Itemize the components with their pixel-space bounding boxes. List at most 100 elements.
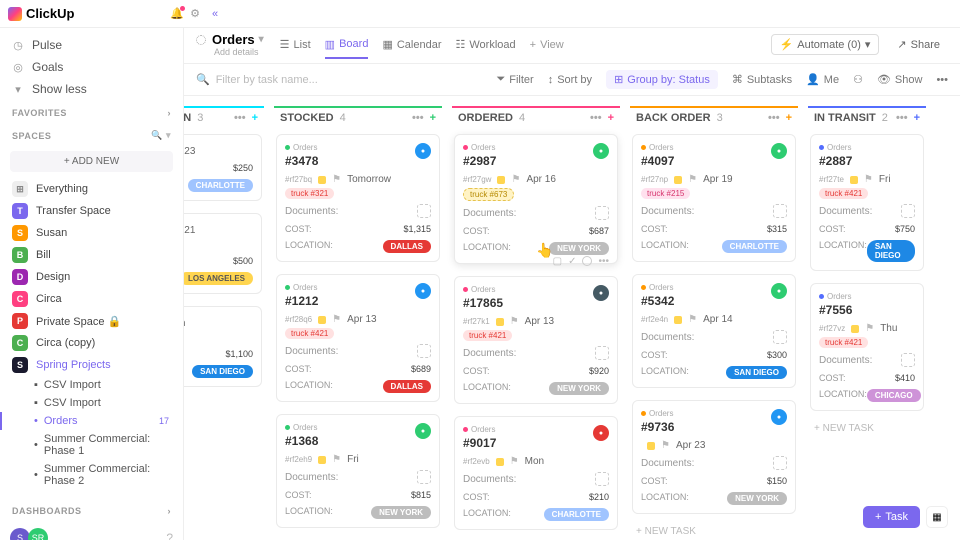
column-add-icon[interactable]: + xyxy=(430,112,436,124)
task-title[interactable]: #5342 xyxy=(641,294,787,308)
nav-showless[interactable]: ▾Show less xyxy=(10,78,173,100)
flag-icon[interactable]: ⚑ xyxy=(332,174,341,185)
task-title[interactable]: #1368 xyxy=(285,434,431,448)
task-card[interactable]: ● Orders #2987 #rf27gw ⚑Apr 16 truck #67… xyxy=(454,134,618,264)
task-title[interactable]: #17865 xyxy=(463,296,609,310)
notifications-icon[interactable]: 🔔 xyxy=(170,7,184,20)
task-title[interactable]: #7556 xyxy=(819,303,915,317)
task-card[interactable]: ● Orders #4097 #rf27np ⚑Apr 19 truck #21… xyxy=(632,134,796,262)
priority-icon[interactable] xyxy=(850,176,858,184)
priority-icon[interactable] xyxy=(674,316,682,324)
flag-icon[interactable]: ⚑ xyxy=(688,174,697,185)
share-button[interactable]: ↗ Share xyxy=(889,35,948,54)
app-logo[interactable]: ClickUp xyxy=(8,6,74,21)
status-indicator-icon[interactable] xyxy=(196,35,206,45)
task-title[interactable]: #1212 xyxy=(285,294,431,308)
flag-icon[interactable]: ⚑ xyxy=(511,174,520,185)
priority-icon[interactable] xyxy=(318,456,326,464)
task-title[interactable]: #2887 xyxy=(819,154,915,168)
task-title[interactable]: #4097 xyxy=(641,154,787,168)
new-task-link[interactable]: + NEW TASK xyxy=(630,520,798,540)
add-view-button[interactable]: + View xyxy=(530,38,564,52)
document-icon[interactable] xyxy=(417,204,431,218)
priority-icon[interactable] xyxy=(318,176,326,184)
truck-tag[interactable]: truck #215 xyxy=(641,188,690,199)
location-chip[interactable]: NEW YORK xyxy=(549,242,609,255)
document-icon[interactable] xyxy=(901,204,915,218)
apps-grid-button[interactable]: ▦ xyxy=(926,506,948,528)
collapse-sidebar-icon[interactable]: « xyxy=(212,8,218,20)
search-input[interactable]: 🔍 Filter by task name... xyxy=(196,73,484,86)
column-more-icon[interactable]: ••• xyxy=(234,112,246,124)
automate-button[interactable]: ⚡ Automate (0) ▾ xyxy=(771,34,880,55)
view-board[interactable]: ▥ Board xyxy=(325,38,369,59)
task-card[interactable]: Orders #7556 #rf27vz ⚑Thu truck #421 Doc… xyxy=(810,283,924,411)
user-avatar-2[interactable]: SR xyxy=(28,528,48,540)
me-button[interactable]: 👤 Me xyxy=(806,73,839,86)
column-header[interactable]: ORDERED4•••+ xyxy=(452,106,620,128)
space-item[interactable]: SSusan xyxy=(10,222,173,244)
task-card[interactable]: ● Orders #9736 ⚑Apr 23 Documents: COST:$… xyxy=(632,400,796,514)
task-card[interactable]: ⚑Apr 23 ts:$250 N:CHARLOTTE xyxy=(184,134,262,201)
assignees-button[interactable]: ⚇ xyxy=(853,73,863,86)
column-header[interactable]: …CTION3•••+ xyxy=(184,106,264,128)
nav-goals[interactable]: ◎Goals xyxy=(10,56,173,78)
priority-icon[interactable] xyxy=(851,325,859,333)
column-more-icon[interactable]: ••• xyxy=(768,112,780,124)
location-chip[interactable]: SAN DIEGO xyxy=(726,366,787,379)
list-summer-phase-1[interactable]: •Summer Commercial: Phase 1 xyxy=(10,430,173,460)
new-task-button[interactable]: + Task xyxy=(863,506,920,528)
truck-tag[interactable]: truck #421 xyxy=(463,330,512,341)
assignee-avatar[interactable]: ● xyxy=(415,283,431,299)
task-card[interactable]: ● Orders #17865 #rf27k1 ⚑Apr 13 truck #4… xyxy=(454,276,618,404)
more-button[interactable]: ••• xyxy=(936,74,948,86)
assignee-avatar[interactable]: ● xyxy=(593,143,609,159)
document-icon[interactable] xyxy=(417,344,431,358)
task-title[interactable]: #9017 xyxy=(463,436,609,450)
dashboards-header[interactable]: DASHBOARDS› xyxy=(10,498,173,520)
list-csv-import-2[interactable]: ▪CSV Import xyxy=(10,394,173,412)
space-item[interactable]: DDesign xyxy=(10,266,173,288)
flag-icon[interactable]: ⚑ xyxy=(661,440,670,451)
add-new-space-button[interactable]: + ADD NEW xyxy=(10,151,173,172)
column-header[interactable]: IN TRANSIT2•••+ xyxy=(808,106,926,128)
truck-tag[interactable]: truck #421 xyxy=(819,188,868,199)
location-chip[interactable]: SAN DIEGO xyxy=(192,365,253,378)
column-add-icon[interactable]: + xyxy=(252,112,258,124)
location-chip[interactable]: NEW YORK xyxy=(549,382,609,395)
location-chip[interactable]: NEW YORK xyxy=(727,492,787,505)
task-card[interactable]: ● Orders #9017 #rf2evb ⚑Mon Documents: C… xyxy=(454,416,618,530)
space-item[interactable]: TTransfer Space xyxy=(10,200,173,222)
document-icon[interactable] xyxy=(773,330,787,344)
task-title[interactable]: #9736 xyxy=(641,420,787,434)
list-summer-phase-2[interactable]: •Summer Commercial: Phase 2 xyxy=(10,460,173,490)
groupby-button[interactable]: ⊞ Group by: Status xyxy=(606,70,718,89)
task-title[interactable]: #2987 xyxy=(463,154,609,168)
space-spring-projects[interactable]: SSpring Projects xyxy=(10,354,173,376)
column-add-icon[interactable]: + xyxy=(786,112,792,124)
nav-pulse[interactable]: ◷Pulse xyxy=(10,34,173,56)
priority-icon[interactable] xyxy=(647,442,655,450)
flag-icon[interactable]: ⚑ xyxy=(510,456,519,467)
document-icon[interactable] xyxy=(595,472,609,486)
favorites-header[interactable]: FAVORITES› xyxy=(10,100,173,122)
location-chip[interactable]: CHICAGO xyxy=(867,389,921,402)
space-item[interactable]: CCirca (copy) xyxy=(10,332,173,354)
settings-icon[interactable]: ⚙ xyxy=(190,7,200,20)
new-task-link[interactable]: + NEW TASK xyxy=(808,417,926,440)
spaces-header[interactable]: SPACES🔍 ▾ xyxy=(10,122,173,145)
assignee-avatar[interactable]: ● xyxy=(771,283,787,299)
priority-icon[interactable] xyxy=(674,176,682,184)
assignee-avatar[interactable]: ● xyxy=(593,285,609,301)
subtasks-button[interactable]: ⌘ Subtasks xyxy=(732,73,792,86)
location-chip[interactable]: CHARLOTTE xyxy=(544,508,609,521)
view-workload[interactable]: ☷ Workload xyxy=(455,38,515,52)
user-avatar-1[interactable]: S xyxy=(10,528,30,540)
task-card[interactable]: ● Orders #5342 #rf2e4n ⚑Apr 14 Documents… xyxy=(632,274,796,388)
location-chip[interactable]: LOS ANGELES xyxy=(184,272,253,285)
assignee-avatar[interactable]: ● xyxy=(771,409,787,425)
column-more-icon[interactable]: ••• xyxy=(896,112,908,124)
priority-icon[interactable] xyxy=(318,316,326,324)
document-icon[interactable] xyxy=(595,206,609,220)
location-chip[interactable]: CHARLOTTE xyxy=(722,240,787,253)
